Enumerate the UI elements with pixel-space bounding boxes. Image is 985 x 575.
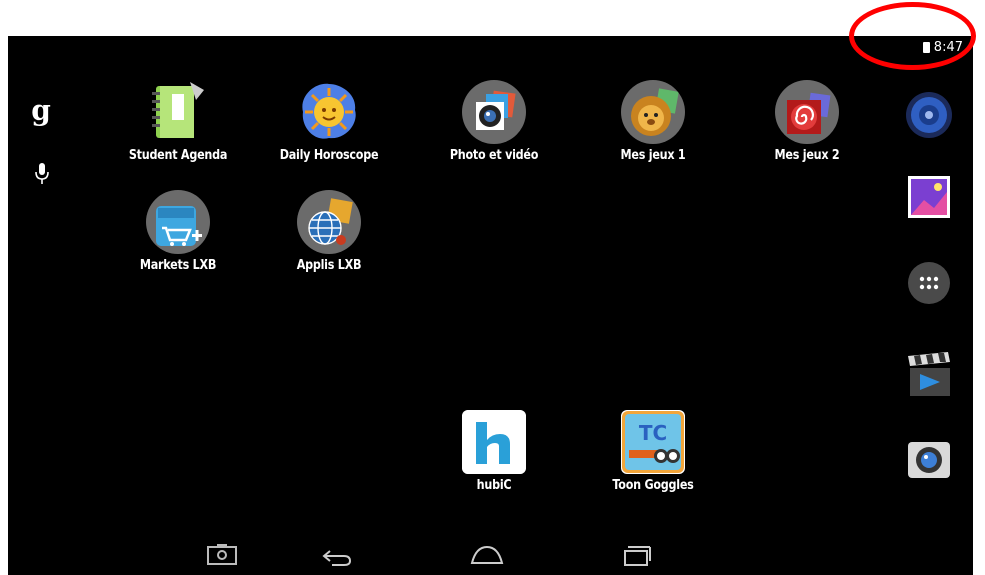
app-drawer-icon[interactable] <box>904 258 954 308</box>
favorites-dock <box>878 36 973 516</box>
microphone-icon[interactable] <box>34 161 50 187</box>
app-label: Student Agenda <box>128 148 228 163</box>
svg-text:TC: TC <box>639 421 667 445</box>
google-search-icon[interactable]: g <box>30 96 52 126</box>
app-photo-video[interactable]: Photo et vidéo <box>424 80 564 163</box>
app-applis-lxb[interactable]: Applis LXB <box>259 190 399 273</box>
screenshot-icon[interactable] <box>205 543 239 567</box>
app-label: Mes jeux 1 <box>620 148 686 163</box>
navigation-bar <box>8 531 973 575</box>
app-label: Toon Goggles <box>612 478 694 493</box>
toon-goggles-icon: TC <box>621 410 685 474</box>
app-hubic[interactable]: hubiC <box>424 410 564 493</box>
app-toon-goggles[interactable]: TC Toon Goggles <box>583 410 723 493</box>
app-label: Daily Horoscope <box>279 148 379 163</box>
hubic-icon <box>462 410 526 474</box>
app-markets-lxb[interactable]: Markets LXB <box>108 190 248 273</box>
camera-folder-icon <box>462 80 526 144</box>
camera-icon[interactable] <box>904 434 954 484</box>
app-daily-horoscope[interactable]: Daily Horoscope <box>259 80 399 163</box>
app-mes-jeux-2[interactable]: Mes jeux 2 <box>737 80 877 163</box>
notebook-icon <box>146 80 210 144</box>
app-label: Markets LXB <box>139 258 217 273</box>
lion-folder-icon <box>621 80 685 144</box>
app-label: Photo et vidéo <box>449 148 539 163</box>
app-label: Applis LXB <box>296 258 362 273</box>
sun-icon <box>297 80 361 144</box>
gallery-icon[interactable] <box>904 172 954 222</box>
home-icon[interactable] <box>470 543 504 567</box>
spiral-folder-icon <box>775 80 839 144</box>
recent-apps-icon[interactable] <box>619 543 653 567</box>
app-label: hubiC <box>476 478 512 493</box>
app-student-agenda[interactable]: Student Agenda <box>108 80 248 163</box>
speaker-icon[interactable] <box>904 90 954 140</box>
app-label: Mes jeux 2 <box>774 148 840 163</box>
back-icon[interactable] <box>320 543 354 567</box>
market-cart-icon <box>146 190 210 254</box>
app-mes-jeux-1[interactable]: Mes jeux 1 <box>583 80 723 163</box>
highlight-ellipse <box>849 2 976 70</box>
globe-folder-icon <box>297 190 361 254</box>
home-screen: 8:47 g Student Agenda Daily Horoscope Ph… <box>8 36 973 575</box>
movie-clapper-icon[interactable] <box>904 350 954 400</box>
